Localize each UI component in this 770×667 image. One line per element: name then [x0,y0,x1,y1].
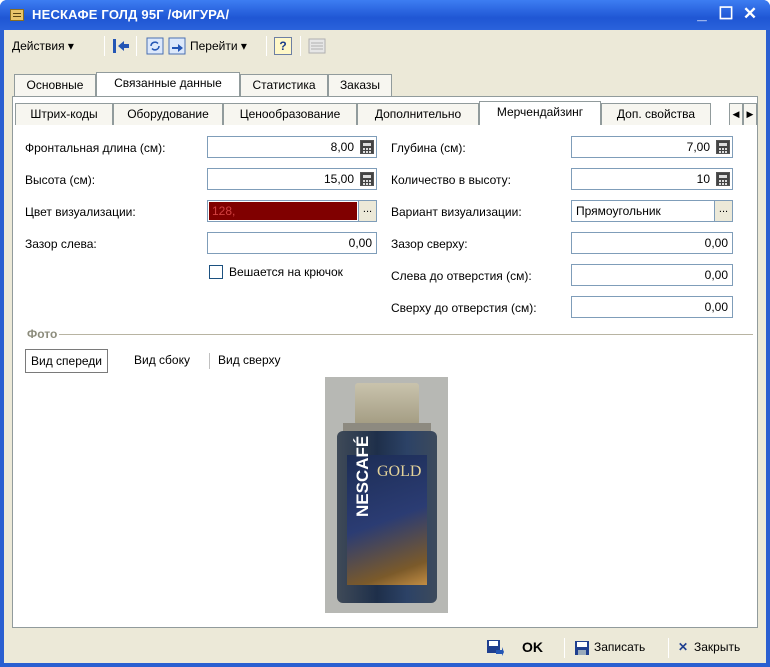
color-select-button[interactable]: ... [358,201,376,221]
gap-top-field[interactable]: 0,00 [571,232,733,254]
save-button[interactable]: Записать [594,636,645,658]
save-icon [575,641,589,655]
calculator-icon[interactable] [360,140,374,154]
title-bar[interactable]: НЕСКАФЕ ГОЛД 95Г /ФИГУРА/ _ ☐ ✕ [0,0,770,30]
window-title: НЕСКАФЕ ГОЛД 95Г /ФИГУРА/ [32,7,230,22]
tab-additional[interactable]: Дополнительно [357,103,479,125]
window-body: Действия ▾ Перейти ▾ ? Основные Связанны… [4,30,766,663]
left-to-hole-field[interactable]: 0,00 [571,264,733,286]
depth-value: 7,00 [686,140,710,154]
left-to-hole-value: 0,00 [704,268,728,282]
tab-orders[interactable]: Заказы [328,74,392,96]
refresh-icon[interactable] [146,37,164,55]
tab-barcodes[interactable]: Штрих-коды [15,103,113,125]
gold-text: GOLD [377,463,422,480]
tab-main[interactable]: Основные [14,74,96,96]
tab-pricing[interactable]: Ценообразование [223,103,357,125]
toolbar: Действия ▾ Перейти ▾ ? [8,30,762,62]
tab-equipment[interactable]: Оборудование [113,103,223,125]
front-length-label: Фронтальная длина (см): [25,141,166,155]
count-height-label: Количество в высоту: [391,173,511,187]
height-value: 15,00 [323,172,354,186]
main-tabs: Основные Связанные данные Статистика Зак… [14,72,754,96]
catalog-item-icon [10,9,24,21]
calculator-icon[interactable] [716,140,730,154]
view-tabs-separator [209,353,210,369]
left-to-hole-label: Слева до отверстия (см): [391,269,532,283]
toolbar-separator [266,36,267,56]
top-to-hole-field[interactable]: 0,00 [571,296,733,318]
tabs-scroll-right[interactable]: ▶ [743,103,757,125]
footer-separator [564,638,565,658]
actions-menu[interactable]: Действия ▾ [12,36,74,56]
viz-variant-value: Прямоугольник [576,204,661,218]
close-button[interactable]: Закрыть [694,636,740,658]
minimize-button[interactable]: _ [692,4,712,24]
color-value: 128, [212,204,236,218]
viz-variant-field[interactable]: Прямоугольник ... [571,200,733,222]
sub-tabs: Штрих-коды Оборудование Ценообразование … [15,101,757,125]
gap-top-label: Зазор сверху: [391,237,468,251]
tab-related-data[interactable]: Связанные данные [96,72,240,96]
toolbar-separator [136,36,137,56]
close-window-button[interactable]: ✕ [740,4,760,24]
photo-section-divider [59,334,753,335]
gap-left-value: 0,00 [348,236,372,250]
jar-lid [355,383,419,425]
hook-label: Вешается на крючок [229,265,343,279]
color-field[interactable]: 128, ... [207,200,377,222]
footer-separator [668,638,669,658]
calculator-icon[interactable] [716,172,730,186]
list-icon[interactable] [308,37,326,55]
gap-top-value: 0,00 [704,236,728,250]
top-to-hole-value: 0,00 [704,300,728,314]
tabs-scroll-left[interactable]: ◀ [729,103,743,125]
goto-icon[interactable] [168,37,186,55]
gap-left-field[interactable]: 0,00 [207,232,377,254]
tab-view-top[interactable]: Вид сверху [213,349,286,373]
depth-label: Глубина (см): [391,141,466,155]
maximize-button[interactable]: ☐ [716,4,736,24]
back-arrow-icon[interactable] [112,37,130,55]
tab-view-front[interactable]: Вид спереди [25,349,109,373]
gap-left-label: Зазор слева: [25,237,97,251]
front-length-field[interactable]: 8,00 [207,136,377,158]
save-close-icon [487,640,504,656]
goto-menu[interactable]: Перейти ▾ [190,36,247,56]
toolbar-separator [300,36,301,56]
depth-field[interactable]: 7,00 [571,136,733,158]
help-icon[interactable]: ? [274,37,292,55]
hook-checkbox[interactable] [209,265,223,279]
tab-merchandising[interactable]: Мерчендайзинг [479,101,601,125]
color-label: Цвет визуализации: [25,205,136,219]
count-height-value: 10 [696,172,710,186]
tab-view-side[interactable]: Вид сбоку [129,349,195,373]
tab-statistics[interactable]: Статистика [240,74,328,96]
product-photo: NESCAFÉ GOLD [325,377,448,613]
footer-bar: OK Записать ✕ Закрыть [8,632,762,660]
toolbar-separator [104,36,105,56]
front-length-value: 8,00 [330,140,354,154]
ok-button[interactable]: OK [522,636,543,658]
app-window: НЕСКАФЕ ГОЛД 95Г /ФИГУРА/ _ ☐ ✕ Действия… [0,0,770,667]
brand-text: NESCAFÉ [353,435,372,517]
tab-extra-properties[interactable]: Доп. свойства [601,103,711,125]
viz-variant-select-button[interactable]: ... [714,201,732,221]
height-label: Высота (см): [25,173,96,187]
photo-section-title: Фото [27,327,58,341]
viz-variant-label: Вариант визуализации: [391,205,522,219]
count-height-field[interactable]: 10 [571,168,733,190]
close-x-icon: ✕ [678,640,689,654]
height-field[interactable]: 15,00 [207,168,377,190]
top-to-hole-label: Сверху до отверстия (см): [391,301,537,315]
calculator-icon[interactable] [360,172,374,186]
